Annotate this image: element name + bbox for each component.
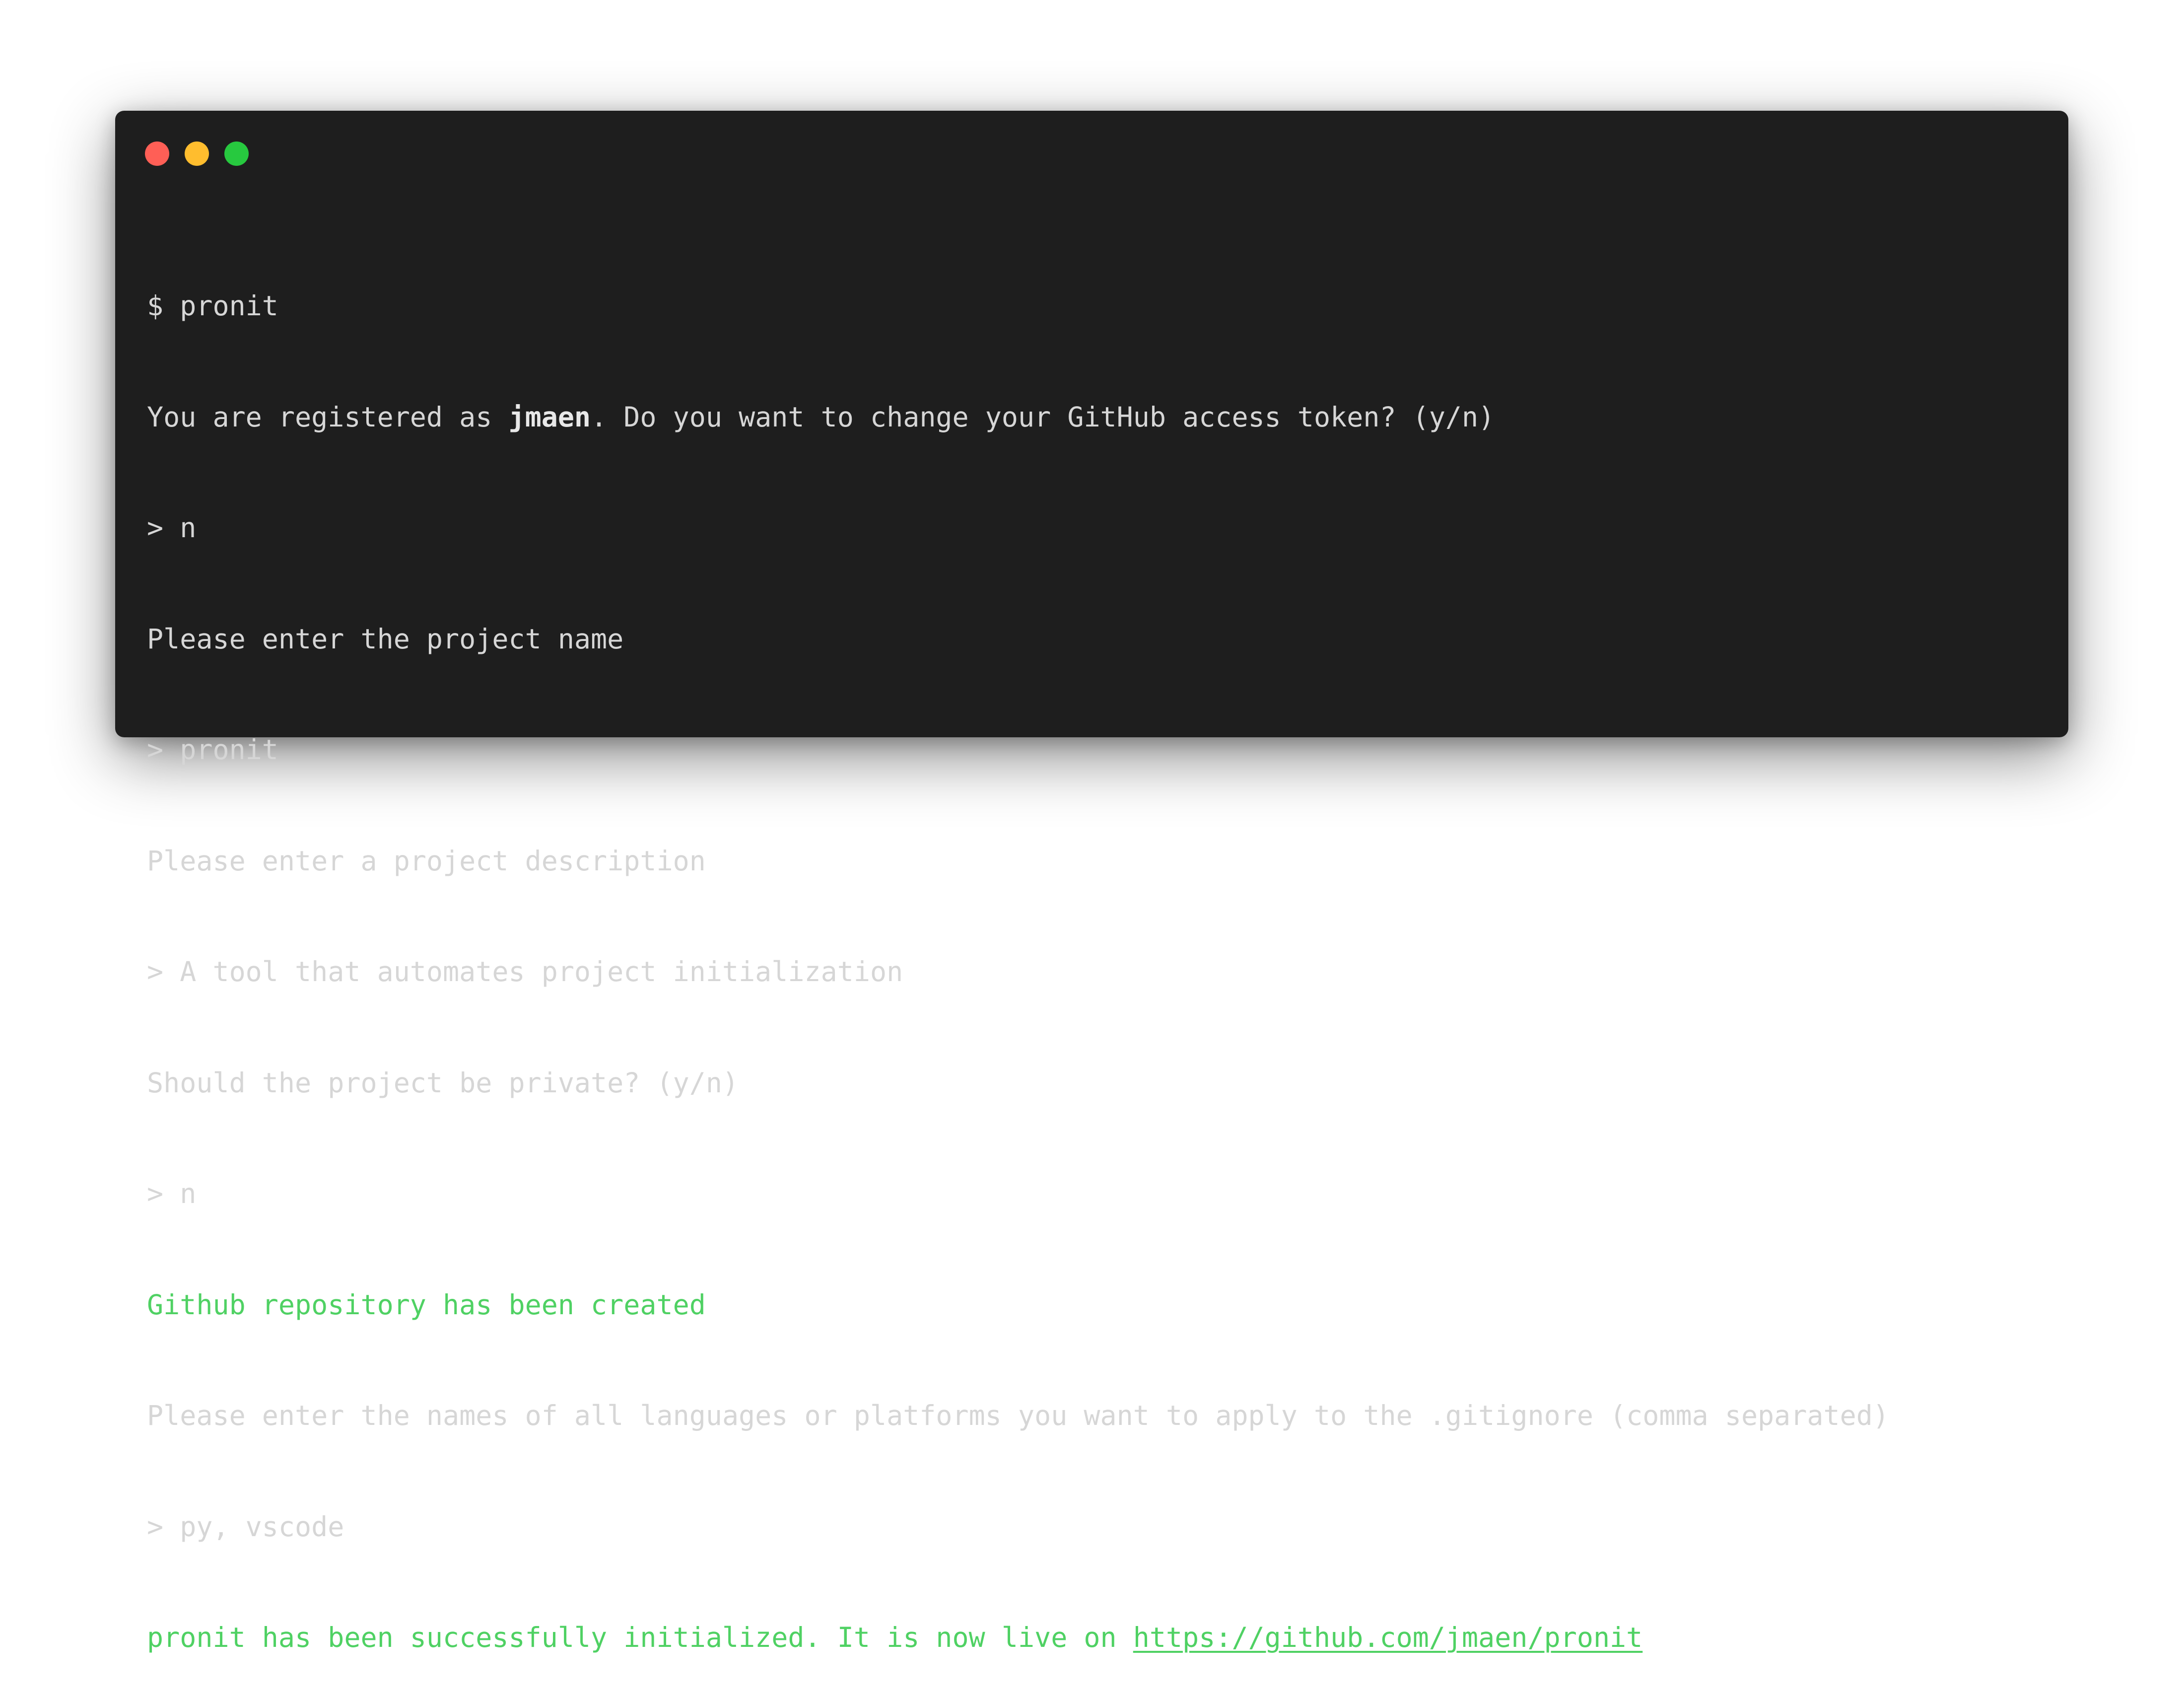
success-message: Github repository has been created: [147, 1288, 706, 1321]
prompt-line: You are registered as jmaen. Do you want…: [147, 399, 2048, 436]
prompt-line: Should the project be private? (y/n): [147, 1066, 739, 1099]
success-message: pronit has been successfully initialized…: [147, 1619, 2048, 1656]
user-input-line: > n: [147, 1178, 197, 1209]
repository-link[interactable]: https://github.com/jmaen/pronit: [1133, 1622, 1643, 1653]
user-input-line: > n: [147, 512, 197, 544]
window-controls: [145, 142, 249, 166]
prompt-line: Please enter the names of all languages …: [147, 1400, 1889, 1431]
terminal-output: $ pronit You are registered as jmaen. Do…: [147, 213, 2048, 1700]
username: jmaen: [508, 401, 591, 433]
minimize-button[interactable]: [185, 142, 209, 166]
prompt-question: . Do you want to change your GitHub acce…: [591, 401, 1495, 433]
zoom-button[interactable]: [224, 142, 249, 166]
user-input-line: > py, vscode: [147, 1510, 344, 1543]
close-button[interactable]: [145, 142, 169, 166]
prompt-line: Please enter the project name: [147, 623, 624, 655]
terminal-window: $ pronit You are registered as jmaen. Do…: [115, 111, 2068, 1653]
command-line: $ pronit: [147, 290, 278, 322]
success-text: pronit has been successfully initialized…: [147, 1622, 1133, 1653]
user-input-line: > pronit: [147, 734, 278, 766]
user-input-line: > A tool that automates project initiali…: [147, 956, 903, 988]
prompt-text: You are registered as: [147, 401, 509, 433]
prompt-line: Please enter a project description: [147, 845, 706, 877]
